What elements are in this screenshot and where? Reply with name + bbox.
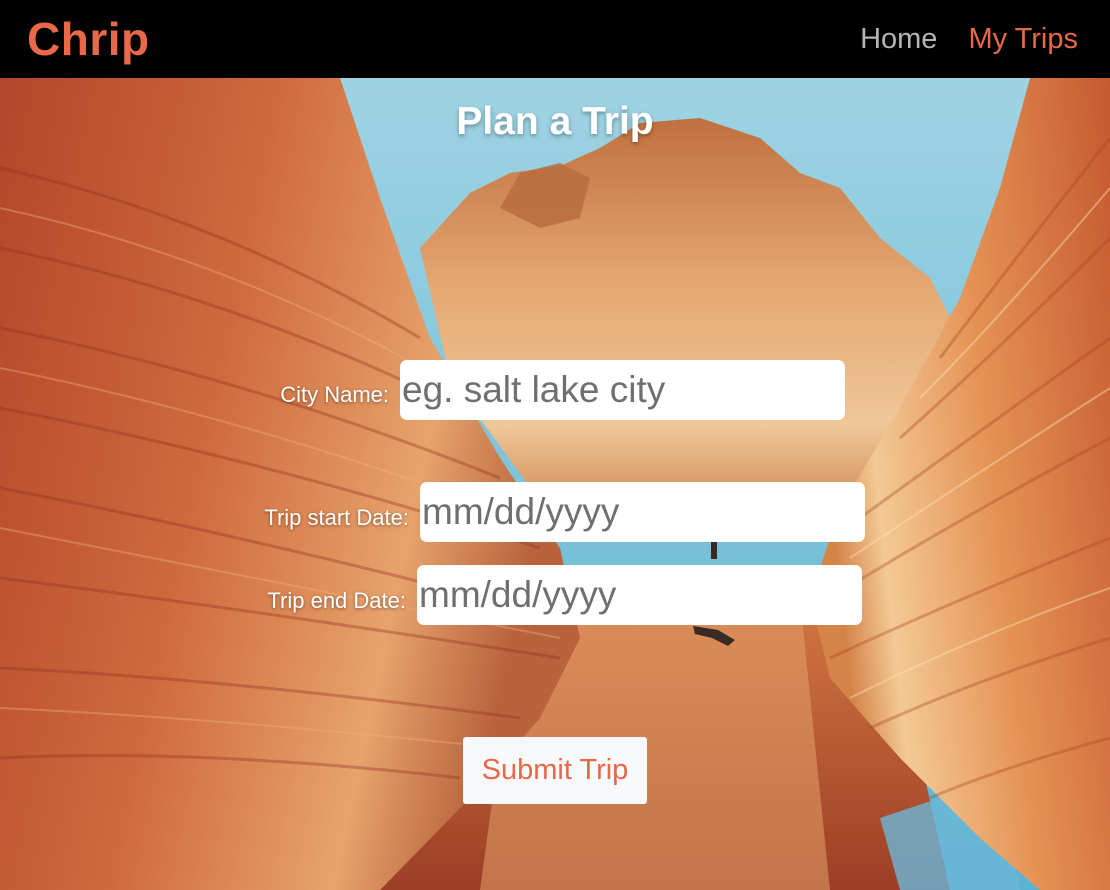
brand-logo[interactable]: Chrip [27, 12, 150, 66]
nav-home-link[interactable]: Home [860, 23, 937, 56]
trip-end-date-input[interactable] [417, 565, 862, 625]
trip-end-date-label: Trip end Date: [267, 588, 406, 613]
submit-trip-button[interactable]: Submit Trip [463, 737, 647, 804]
trip-start-date-label: Trip start Date: [264, 505, 409, 530]
city-name-label: City Name: [280, 382, 389, 407]
page-title: Plan a Trip [456, 100, 654, 143]
navbar: Chrip Home My Trips [0, 0, 1110, 78]
nav-links: Home My Trips [860, 23, 1078, 56]
city-name-input[interactable] [400, 360, 845, 420]
trip-start-date-input[interactable] [420, 482, 865, 542]
nav-my-trips-link[interactable]: My Trips [968, 23, 1078, 56]
